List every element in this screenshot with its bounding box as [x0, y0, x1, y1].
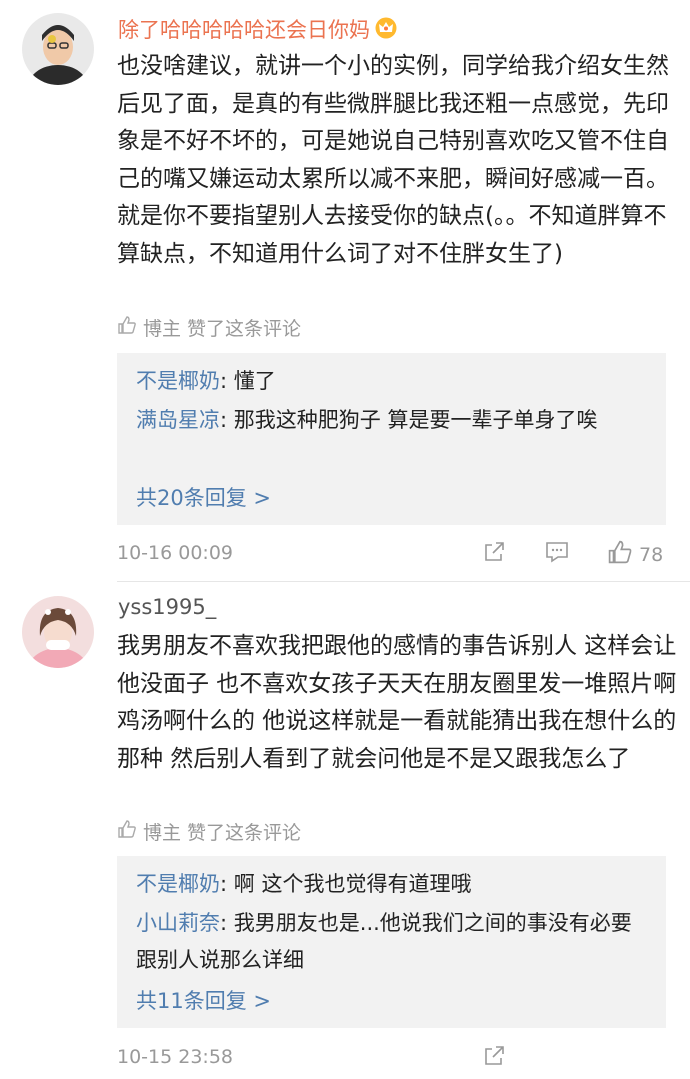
- reply-username[interactable]: 小山莉奈: [136, 911, 220, 935]
- comment-icon: [544, 540, 570, 569]
- share-icon: [482, 1044, 506, 1073]
- reply-username[interactable]: 不是椰奶: [136, 872, 220, 896]
- reply-box[interactable]: 不是椰奶: 懂了 满岛星凉: 那我这种肥狗子 算是要一辈子单身了唉 共20条回复…: [117, 353, 666, 525]
- reply-item[interactable]: 不是椰奶: 啊 这个我也觉得有道理哦: [136, 866, 651, 903]
- comment-text: 我男朋友不喜欢我把跟他的感情的事告诉别人 这样会让他没面子 也不喜欢女孩子天天在…: [117, 633, 677, 772]
- liked-by-text: 博主 赞了这条评论: [143, 822, 302, 844]
- share-button[interactable]: [482, 1044, 506, 1073]
- more-replies-link[interactable]: 共11条回复 >: [136, 985, 271, 1015]
- thumb-up-icon: [607, 539, 633, 570]
- reply-item[interactable]: 不是椰奶: 懂了: [136, 363, 651, 400]
- comment-timestamp: 10-15 23:58: [117, 1046, 234, 1068]
- comment-item: yss1995_ 我男朋友不喜欢我把跟他的感情的事告诉别人 这样会让他没面子 也…: [0, 582, 690, 1079]
- reply-colon: :: [220, 408, 234, 432]
- comment-text: 也没啥建议，就讲一个小的实例，同学给我介绍女生然后见了面，是真的有些微胖腿比我还…: [117, 53, 669, 267]
- reply-colon: :: [220, 369, 234, 393]
- like-count: 78: [639, 543, 664, 566]
- reply-colon: :: [220, 911, 234, 935]
- reply-colon: :: [220, 872, 234, 896]
- reply-text: 那我这种肥狗子 算是要一辈子单身了唉: [233, 408, 598, 432]
- share-icon: [482, 540, 506, 569]
- like-button[interactable]: 78: [607, 539, 663, 570]
- reply-username[interactable]: 满岛星凉: [136, 408, 220, 432]
- thumb-up-icon: [117, 819, 143, 844]
- comment-button[interactable]: [544, 540, 570, 569]
- comment-username[interactable]: 除了哈哈哈哈哈还会日你妈: [118, 14, 398, 44]
- share-button[interactable]: [482, 540, 506, 569]
- comment-item: 除了哈哈哈哈哈还会日你妈 也没啥建议，就讲一个小的实例，同学给我介绍女生然后见了…: [0, 0, 690, 582]
- comment-timestamp: 10-16 00:09: [117, 542, 234, 564]
- liked-by-text: 博主 赞了这条评论: [143, 318, 302, 340]
- blogger-liked-label: 博主 赞了这条评论: [117, 818, 301, 845]
- blogger-liked-label: 博主 赞了这条评论: [117, 314, 301, 341]
- more-replies-link[interactable]: 共20条回复 >: [136, 482, 271, 512]
- thumb-up-icon: [117, 315, 143, 340]
- reply-item[interactable]: 小山莉奈: 我男朋友也是...他说我们之间的事没有必要跟别人说那么详细: [136, 905, 651, 979]
- avatar[interactable]: [22, 13, 94, 85]
- reply-username[interactable]: 不是椰奶: [136, 369, 220, 393]
- reply-text: 懂了: [233, 369, 276, 393]
- avatar[interactable]: [22, 596, 94, 668]
- comment-username[interactable]: yss1995_: [118, 595, 216, 619]
- username-text[interactable]: 除了哈哈哈哈哈还会日你妈: [118, 18, 370, 42]
- reply-text: 啊 这个我也觉得有道理哦: [233, 872, 472, 896]
- reply-item[interactable]: 满岛星凉: 那我这种肥狗子 算是要一辈子单身了唉: [136, 402, 651, 439]
- crown-icon: [374, 17, 398, 44]
- reply-box[interactable]: 不是椰奶: 啊 这个我也觉得有道理哦 小山莉奈: 我男朋友也是...他说我们之间…: [117, 856, 666, 1028]
